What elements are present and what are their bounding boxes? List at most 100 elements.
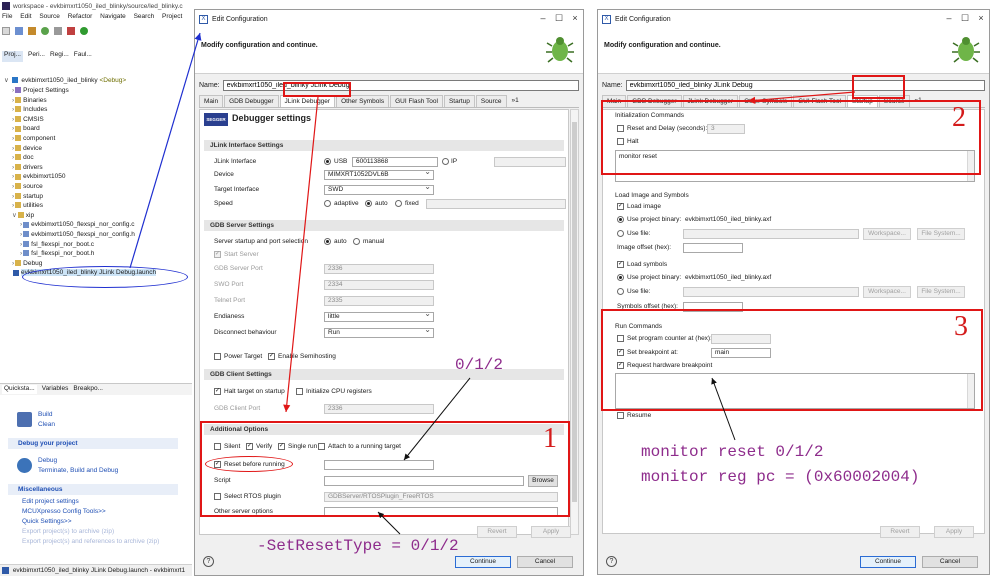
device-field[interactable]: MIMXRT1052DVL6B	[324, 170, 434, 180]
name-input[interactable]	[625, 79, 985, 91]
tab-registers[interactable]: Regi...	[50, 51, 69, 62]
image-project-binary-radio[interactable]	[617, 216, 624, 223]
dialog1-scrollbar[interactable]	[570, 109, 579, 535]
tree-item[interactable]: › Binaries	[12, 96, 190, 106]
tree-item[interactable]: › Includes	[12, 105, 190, 115]
target-iface-select[interactable]: SWD	[324, 185, 434, 195]
init-regs-checkbox[interactable]	[296, 388, 303, 395]
continue-button[interactable]: Continue	[860, 556, 916, 568]
tree-item[interactable]: › fsl_flexspi_nor_boot.h	[20, 249, 190, 259]
tab-more[interactable]: »1	[508, 95, 523, 107]
launch-icon[interactable]	[67, 27, 75, 35]
symbols-file-field[interactable]	[683, 287, 859, 297]
tab-gdb-debugger[interactable]: GDB Debugger	[224, 95, 279, 107]
telnet-port-field[interactable]: 2335	[324, 296, 434, 306]
quickstart-build[interactable]: Build	[38, 411, 52, 418]
load-image-checkbox[interactable]: ✓	[617, 203, 624, 210]
tree-expand-icon[interactable]: ›	[12, 202, 14, 209]
image-filesystem-button[interactable]: File System...	[917, 228, 965, 240]
tab-source[interactable]: Source	[475, 95, 507, 107]
debug-section-header[interactable]: Debug your project	[8, 438, 178, 449]
tree-expand-icon[interactable]: ›	[12, 183, 14, 190]
menu-project[interactable]: Project	[162, 13, 182, 20]
minimize-button[interactable]: –	[535, 12, 551, 25]
speed-fixed-radio[interactable]	[395, 200, 402, 207]
usb-radio[interactable]	[324, 158, 331, 165]
tree-expand-icon[interactable]: ›	[12, 116, 14, 123]
tree-expand-icon[interactable]: ›	[12, 260, 14, 267]
speed-auto-radio[interactable]	[365, 200, 372, 207]
close-button[interactable]: ×	[567, 12, 583, 25]
tab-variables[interactable]: Variables	[42, 385, 69, 394]
run-icon[interactable]	[80, 27, 88, 35]
swo-port-field[interactable]: 2334	[324, 280, 434, 290]
menu-search[interactable]: Search	[134, 13, 155, 20]
tree-item[interactable]: › source	[12, 182, 190, 192]
speed-adaptive-radio[interactable]	[324, 200, 331, 207]
load-symbols-checkbox[interactable]: ✓	[617, 261, 624, 268]
tree-expand-icon[interactable]: ›	[20, 231, 22, 238]
menu-file[interactable]: File	[2, 13, 12, 20]
speed-fixed-field[interactable]	[426, 199, 566, 209]
tree-item[interactable]: › evkbimxrt1050	[12, 172, 190, 182]
tree-item[interactable]: › evkbimxrt1050_flexspi_nor_config.h	[20, 230, 190, 240]
tree-expand-icon[interactable]: ›	[12, 106, 14, 113]
symbols-use-file-radio[interactable]	[617, 288, 624, 295]
tree-expand-icon[interactable]: ›	[12, 125, 14, 132]
tree-item[interactable]: › board	[12, 124, 190, 134]
apply-button[interactable]: Apply	[531, 526, 571, 538]
cancel-button[interactable]: Cancel	[517, 556, 573, 568]
semihosting-checkbox[interactable]: ✓	[268, 353, 275, 360]
tree-item[interactable]: › device	[12, 144, 190, 154]
help-icon[interactable]: ?	[606, 556, 617, 567]
tree-expand-icon[interactable]: ›	[12, 154, 14, 161]
image-offset-field[interactable]	[683, 243, 743, 253]
misc-item-2[interactable]: Quick Settings>>	[22, 518, 72, 525]
cancel-button[interactable]: Cancel	[922, 556, 978, 568]
resume-checkbox[interactable]	[617, 412, 624, 419]
close-button[interactable]: ×	[973, 12, 989, 25]
minimize-button[interactable]: –	[941, 12, 957, 25]
tree-item[interactable]: › component	[12, 134, 190, 144]
tree-expand-icon[interactable]: ›	[12, 173, 14, 180]
usb-serial-field[interactable]: 600113868	[352, 157, 438, 167]
tab-peripherals[interactable]: Peri...	[28, 51, 45, 62]
tree-item[interactable]: › evkbimxrt1050_flexspi_nor_config.c	[20, 220, 190, 230]
image-use-file-radio[interactable]	[617, 230, 624, 237]
menu-refactor[interactable]: Refactor	[68, 13, 93, 20]
tree-item[interactable]: › Project Settings	[12, 86, 190, 96]
server-auto-radio[interactable]	[324, 238, 331, 245]
ip-radio[interactable]	[442, 158, 449, 165]
help-icon[interactable]: ?	[203, 556, 214, 567]
continue-button[interactable]: Continue	[455, 556, 511, 568]
tree-expand-icon[interactable]: ›	[12, 97, 14, 104]
tree-expand-icon[interactable]: ›	[12, 87, 14, 94]
tree-expand-icon[interactable]: ›	[12, 145, 14, 152]
tab-gui-flash-tool[interactable]: GUI Flash Tool	[390, 95, 443, 107]
tool-icon[interactable]	[54, 27, 62, 35]
power-target-checkbox[interactable]	[214, 353, 221, 360]
halt-target-checkbox[interactable]: ✓	[214, 388, 221, 395]
revert-button[interactable]: Revert	[477, 526, 517, 538]
symbols-workspace-button[interactable]: Workspace...	[863, 286, 911, 298]
tree-expand-icon[interactable]: ›	[20, 241, 22, 248]
save-icon[interactable]	[15, 27, 23, 35]
symbols-project-binary-radio[interactable]	[617, 274, 624, 281]
tree-item[interactable]: › doc	[12, 153, 190, 163]
tree-expand-icon[interactable]: ∨	[12, 212, 17, 219]
image-file-field[interactable]	[683, 229, 859, 239]
tree-item[interactable]: › startup	[12, 192, 190, 202]
menu-edit[interactable]: Edit	[20, 13, 31, 20]
tab-startup[interactable]: Startup	[443, 95, 475, 107]
start-server-checkbox[interactable]: ✓	[214, 251, 221, 258]
maximize-button[interactable]: ☐	[551, 12, 567, 25]
misc-item-0[interactable]: Edit project settings	[22, 498, 79, 505]
tree-expand-icon[interactable]: ›	[20, 221, 22, 228]
new-icon[interactable]	[2, 27, 10, 35]
build-icon[interactable]	[28, 27, 36, 35]
maximize-button[interactable]: ☐	[957, 12, 973, 25]
quickstart-debug[interactable]: Debug	[38, 457, 57, 464]
symbols-filesystem-button[interactable]: File System...	[917, 286, 965, 298]
gdb-client-port-field[interactable]: 2336	[324, 404, 434, 414]
tree-expand-icon[interactable]: ›	[12, 193, 14, 200]
